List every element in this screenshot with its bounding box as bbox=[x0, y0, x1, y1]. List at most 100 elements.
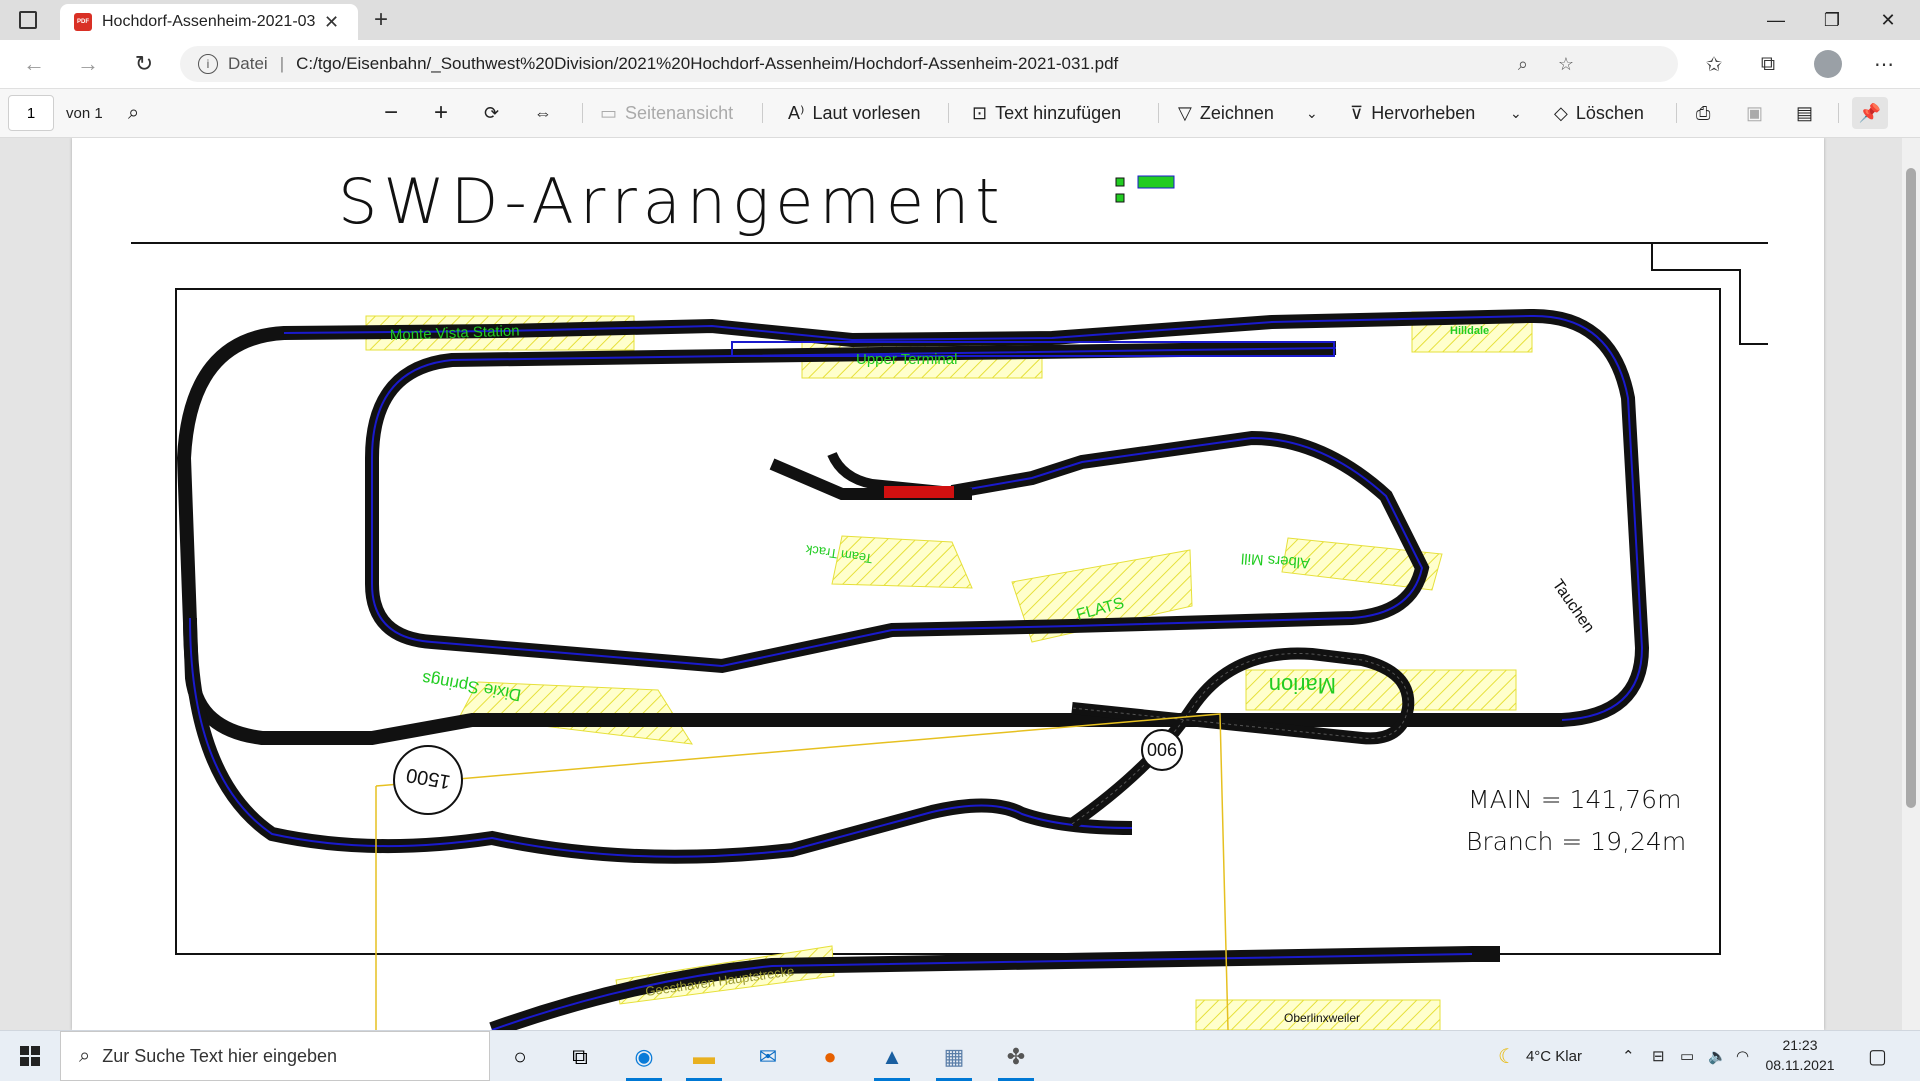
toolbar-divider bbox=[948, 103, 949, 123]
pdf-viewer[interactable]: SWD-Arrangement Monte Vista Station Uppe… bbox=[0, 138, 1920, 1030]
address-toolbar: ← → ↻ i Datei | C:/tgo/Eisenbahn/_Southw… bbox=[0, 40, 1920, 89]
restore-button[interactable]: ❐ bbox=[1804, 0, 1860, 40]
zoom-out-icon[interactable]: − bbox=[384, 97, 398, 129]
network-icon[interactable]: ⊟ bbox=[1652, 1031, 1665, 1081]
search-icon: ⌕ bbox=[79, 1044, 91, 1067]
page-number-input[interactable]: 1 bbox=[8, 95, 54, 131]
close-window-button[interactable]: ✕ bbox=[1860, 0, 1916, 40]
taskbar-search-placeholder: Zur Suche Text hier eingeben bbox=[102, 1045, 338, 1066]
cortana-icon[interactable]: ○ bbox=[496, 1037, 544, 1077]
page-view-button[interactable]: ▭ Seitenansicht bbox=[600, 97, 733, 129]
info-icon[interactable]: i bbox=[198, 54, 218, 74]
draw-label: Zeichnen bbox=[1199, 102, 1274, 123]
toolbar-divider bbox=[1838, 103, 1839, 123]
photos-icon[interactable]: ▲ bbox=[868, 1037, 916, 1081]
back-button[interactable]: ← bbox=[14, 44, 54, 84]
toolbar-divider bbox=[762, 103, 763, 123]
refresh-button[interactable]: ↻ bbox=[124, 44, 164, 84]
eraser-icon: ◇ bbox=[1554, 102, 1568, 123]
label-tauchen: Tauchen bbox=[1549, 577, 1598, 636]
windows-taskbar: ⌕ Zur Suche Text hier eingeben ○ ⧉ ◉ ▬ ✉… bbox=[0, 1030, 1920, 1081]
label-upper-terminal: Upper Terminal bbox=[856, 351, 957, 368]
draw-button[interactable]: ▽ Zeichnen bbox=[1178, 97, 1274, 129]
profile-avatar[interactable] bbox=[1814, 50, 1842, 78]
add-text-button[interactable]: ⊡ Text hinzufügen bbox=[972, 97, 1121, 129]
favorites-icon[interactable]: ✩ bbox=[1694, 44, 1734, 84]
pdf-file-icon: PDF bbox=[74, 13, 92, 31]
draw-dropdown-chevron-icon[interactable]: ⌄ bbox=[1306, 97, 1318, 129]
pin-toolbar-icon[interactable]: 📌 bbox=[1852, 97, 1888, 129]
rotate-icon[interactable]: ⟳ bbox=[484, 97, 499, 129]
address-bar[interactable]: i Datei | C:/tgo/Eisenbahn/_Southwest%20… bbox=[180, 46, 1678, 82]
scheme-label: Datei bbox=[228, 54, 268, 73]
track-number-1500: 1500 bbox=[393, 745, 463, 815]
tab-actions-icon[interactable] bbox=[16, 8, 40, 32]
start-button[interactable] bbox=[0, 1031, 60, 1081]
task-view-icon[interactable]: ⧉ bbox=[556, 1037, 604, 1077]
erase-label: Löschen bbox=[1575, 102, 1644, 123]
highlight-button[interactable]: ⊽ Hervorheben bbox=[1350, 97, 1475, 129]
track-number-900-text: 900 bbox=[1147, 739, 1177, 759]
more-menu-icon[interactable]: ⋯ bbox=[1864, 44, 1904, 84]
minimize-button[interactable]: — bbox=[1748, 0, 1804, 40]
zoom-icon[interactable]: ⌕ bbox=[1518, 54, 1528, 75]
weather-text: 4°C Klar bbox=[1525, 1047, 1582, 1065]
collections-icon[interactable]: ⧉ bbox=[1748, 44, 1788, 84]
new-tab-button[interactable]: + bbox=[366, 6, 396, 34]
browser-tab-strip: PDF Hochdorf-Assenheim-2021-031.pdf ✕ + … bbox=[0, 0, 1920, 40]
save-as-icon[interactable]: ▤ bbox=[1796, 97, 1813, 129]
draw-icon: ▽ bbox=[1178, 102, 1192, 123]
pdf-page: SWD-Arrangement Monte Vista Station Uppe… bbox=[72, 138, 1824, 1030]
clock-date: 08.11.2021 bbox=[1765, 1057, 1835, 1073]
read-aloud-icon: A⁾ bbox=[788, 102, 805, 123]
page-total: von 1 bbox=[66, 104, 103, 122]
branch-length-label: Branch = 19,24m bbox=[1466, 827, 1686, 856]
label-hilldale: Hilldale bbox=[1450, 325, 1489, 337]
label-marion: Marion bbox=[1269, 673, 1336, 698]
url-text: C:/tgo/Eisenbahn/_Southwest%20Division/2… bbox=[296, 54, 1119, 73]
tab-close-icon[interactable]: ✕ bbox=[324, 12, 339, 33]
gimp-icon[interactable]: ✤ bbox=[992, 1037, 1040, 1081]
battery-icon[interactable]: ▭ bbox=[1680, 1031, 1694, 1081]
firefox-icon[interactable]: ● bbox=[806, 1037, 854, 1077]
pdf-toolbar: 1 von 1 ⌕ − + ⟳ ⇔ ▭ Seitenansicht A⁾ Laut … bbox=[0, 89, 1920, 138]
volume-icon[interactable]: 🔈 bbox=[1708, 1031, 1727, 1081]
image-viewer-icon[interactable]: ▦ bbox=[930, 1037, 978, 1081]
toolbar-divider bbox=[582, 103, 583, 123]
search-icon[interactable]: ⌕ bbox=[128, 97, 139, 129]
windows-logo-icon bbox=[20, 1046, 40, 1066]
vertical-scrollbar[interactable] bbox=[1902, 138, 1920, 1030]
print-icon[interactable]: ⎙ bbox=[1696, 97, 1710, 129]
zoom-in-icon[interactable]: + bbox=[434, 97, 448, 129]
add-favorite-icon[interactable]: ☆ bbox=[1558, 54, 1574, 75]
erase-button[interactable]: ◇ Löschen bbox=[1554, 97, 1644, 129]
notifications-icon[interactable]: ▢ bbox=[1868, 1031, 1887, 1081]
main-length-label: MAIN = 141,76m bbox=[1468, 785, 1681, 814]
address-separator: | bbox=[279, 54, 285, 73]
track-plan-drawing: SWD-Arrangement Monte Vista Station Uppe… bbox=[131, 165, 1768, 1030]
save-icon[interactable]: ▣ bbox=[1746, 97, 1763, 129]
forward-button[interactable]: → bbox=[68, 44, 108, 84]
file-explorer-icon[interactable]: ▬ bbox=[680, 1037, 728, 1081]
track-number-900: 900 bbox=[1141, 729, 1183, 771]
highlight-label: Hervorheben bbox=[1371, 102, 1476, 123]
edge-browser-icon[interactable]: ◉ bbox=[620, 1037, 668, 1081]
drawing-title: SWD-Arrangement bbox=[338, 165, 1006, 238]
wifi-icon[interactable]: ◠ bbox=[1736, 1031, 1749, 1081]
highlight-dropdown-chevron-icon[interactable]: ⌄ bbox=[1510, 97, 1522, 129]
read-aloud-label: Laut vorlesen bbox=[812, 102, 921, 123]
read-aloud-button[interactable]: A⁾ Laut vorlesen bbox=[788, 97, 921, 129]
tray-chevron-icon[interactable]: ⌃ bbox=[1622, 1031, 1635, 1081]
taskbar-search-box[interactable]: ⌕ Zur Suche Text hier eingeben bbox=[60, 1031, 490, 1081]
station-areas bbox=[365, 311, 1533, 1030]
scrollbar-thumb[interactable] bbox=[1906, 168, 1916, 808]
text-box-icon: ⊡ bbox=[972, 102, 988, 123]
taskbar-clock[interactable]: 21:23 08.11.2021 bbox=[1760, 1035, 1840, 1075]
weather-widget[interactable]: ☾ 4°C Klar bbox=[1498, 1031, 1582, 1081]
page-view-label: Seitenansicht bbox=[625, 102, 734, 123]
inner-loop-track bbox=[365, 341, 1430, 674]
browser-tab-active[interactable]: PDF Hochdorf-Assenheim-2021-031.pdf ✕ bbox=[60, 4, 358, 40]
clock-time: 21:23 bbox=[1782, 1037, 1818, 1053]
fit-page-icon[interactable]: ⇔ bbox=[534, 97, 552, 129]
mail-icon[interactable]: ✉ bbox=[744, 1037, 792, 1077]
